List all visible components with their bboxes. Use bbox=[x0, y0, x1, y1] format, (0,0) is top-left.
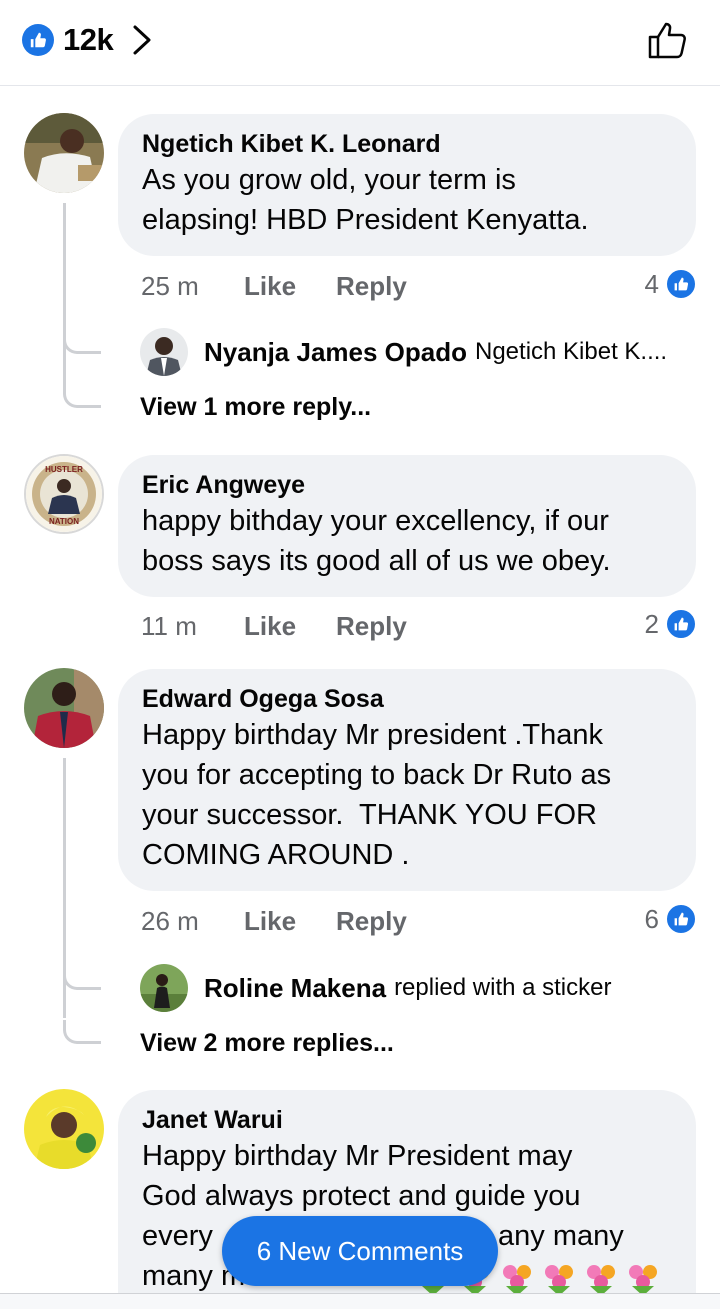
like-thumb-icon bbox=[665, 903, 697, 935]
comment-line-start: every bbox=[142, 1220, 213, 1252]
reply-button[interactable]: Reply bbox=[336, 271, 407, 302]
comment-actions: 26 m Like Reply bbox=[141, 903, 407, 939]
reply-author[interactable]: Nyanja James Opado bbox=[204, 337, 467, 368]
comment-text: As you grow old, your term is elapsing! … bbox=[142, 160, 672, 240]
like-button[interactable]: Like bbox=[244, 271, 336, 302]
like-button[interactable]: Like bbox=[244, 906, 336, 937]
avatar[interactable] bbox=[24, 668, 104, 748]
thumb-up-outline-icon[interactable] bbox=[646, 18, 690, 62]
thread-connector bbox=[63, 384, 101, 408]
comment-line: Happy birthday Mr President may bbox=[142, 1140, 573, 1172]
comment-author[interactable]: Edward Ogega Sosa bbox=[142, 683, 672, 715]
comment-line: you for accepting to back Dr Ruto as bbox=[142, 759, 612, 791]
like-button[interactable]: Like bbox=[244, 611, 336, 642]
comment-actions: 11 m Like Reply bbox=[141, 608, 407, 644]
avatar[interactable] bbox=[140, 964, 188, 1012]
comment-line: Happy birthday Mr president .Thank bbox=[142, 719, 603, 751]
thread-connector bbox=[63, 1020, 101, 1044]
bottom-bar bbox=[0, 1293, 720, 1309]
new-comments-button[interactable]: 6 New Comments bbox=[222, 1216, 498, 1286]
comment-time: 26 m bbox=[141, 905, 199, 936]
view-more-replies[interactable]: View 2 more replies... bbox=[140, 1029, 394, 1058]
comment-reactions[interactable]: 6 bbox=[645, 901, 697, 937]
avatar[interactable]: HUSTLER NATION bbox=[24, 454, 104, 534]
comment-line: God always protect and guide you bbox=[142, 1180, 581, 1212]
svg-text:NATION: NATION bbox=[49, 517, 79, 526]
thread-line bbox=[63, 203, 66, 385]
view-more-replies[interactable]: View 1 more reply... bbox=[140, 393, 371, 422]
avatar[interactable] bbox=[24, 1089, 104, 1169]
reaction-summary[interactable]: 12k bbox=[22, 22, 153, 58]
avatar[interactable] bbox=[24, 113, 104, 193]
reaction-count: 12k bbox=[63, 22, 114, 57]
like-thumb-icon bbox=[22, 24, 54, 56]
comment-author[interactable]: Ngetich Kibet K. Leonard bbox=[142, 128, 672, 160]
reaction-count: 6 bbox=[644, 903, 659, 934]
comment-reactions[interactable]: 2 bbox=[645, 606, 697, 642]
reply-snippet: Ngetich Kibet K.... bbox=[475, 338, 668, 365]
reaction-count: 2 bbox=[644, 608, 659, 639]
comment-line: COMING AROUND . bbox=[142, 839, 410, 871]
comment-bubble[interactable]: Edward Ogega Sosa Happy birthday Mr pres… bbox=[118, 669, 696, 891]
comment-line: As you grow old, your term is bbox=[142, 164, 516, 196]
avatar[interactable] bbox=[140, 328, 188, 376]
thread-connector bbox=[63, 330, 101, 354]
chevron-right-icon[interactable] bbox=[131, 24, 153, 56]
reply-preview[interactable]: Roline Makena replied with a sticker bbox=[140, 964, 611, 1012]
svg-text:HUSTLER: HUSTLER bbox=[45, 465, 83, 474]
comment-reactions[interactable]: 4 bbox=[645, 266, 697, 302]
comment-line: boss says its good all of us we obey. bbox=[142, 545, 611, 577]
reply-preview[interactable]: Nyanja James Opado Ngetich Kibet K.... bbox=[140, 328, 667, 376]
comment-line: elapsing! HBD President Kenyatta. bbox=[142, 204, 589, 236]
comment-line: your successor. THANK YOU FOR bbox=[142, 799, 597, 831]
reaction-count: 4 bbox=[644, 268, 659, 299]
reply-button[interactable]: Reply bbox=[336, 611, 407, 642]
comment-bubble[interactable]: Ngetich Kibet K. Leonard As you grow old… bbox=[118, 114, 696, 256]
comment-text: happy bithday your excellency, if our bo… bbox=[142, 501, 672, 581]
comment-time: 11 m bbox=[141, 610, 197, 641]
reply-author[interactable]: Roline Makena bbox=[204, 973, 386, 1004]
comment-actions: 25 m Like Reply bbox=[141, 268, 407, 304]
comment-line: happy bithday your excellency, if our bbox=[142, 505, 609, 537]
comment-author[interactable]: Eric Angweye bbox=[142, 469, 672, 501]
thread-connector bbox=[63, 966, 101, 990]
comment-author[interactable]: Janet Warui bbox=[142, 1104, 672, 1136]
like-thumb-icon bbox=[665, 608, 697, 640]
comment-bubble[interactable]: Eric Angweye happy bithday your excellen… bbox=[118, 455, 696, 597]
like-thumb-icon bbox=[665, 268, 697, 300]
reply-button[interactable]: Reply bbox=[336, 906, 407, 937]
reply-snippet: replied with a sticker bbox=[394, 974, 612, 1001]
comment-line-end: any many bbox=[498, 1220, 624, 1252]
reactions-header: 12k bbox=[0, 0, 720, 86]
comment-time: 25 m bbox=[141, 270, 199, 301]
comment-text: Happy birthday Mr president .Thank you f… bbox=[142, 715, 672, 875]
